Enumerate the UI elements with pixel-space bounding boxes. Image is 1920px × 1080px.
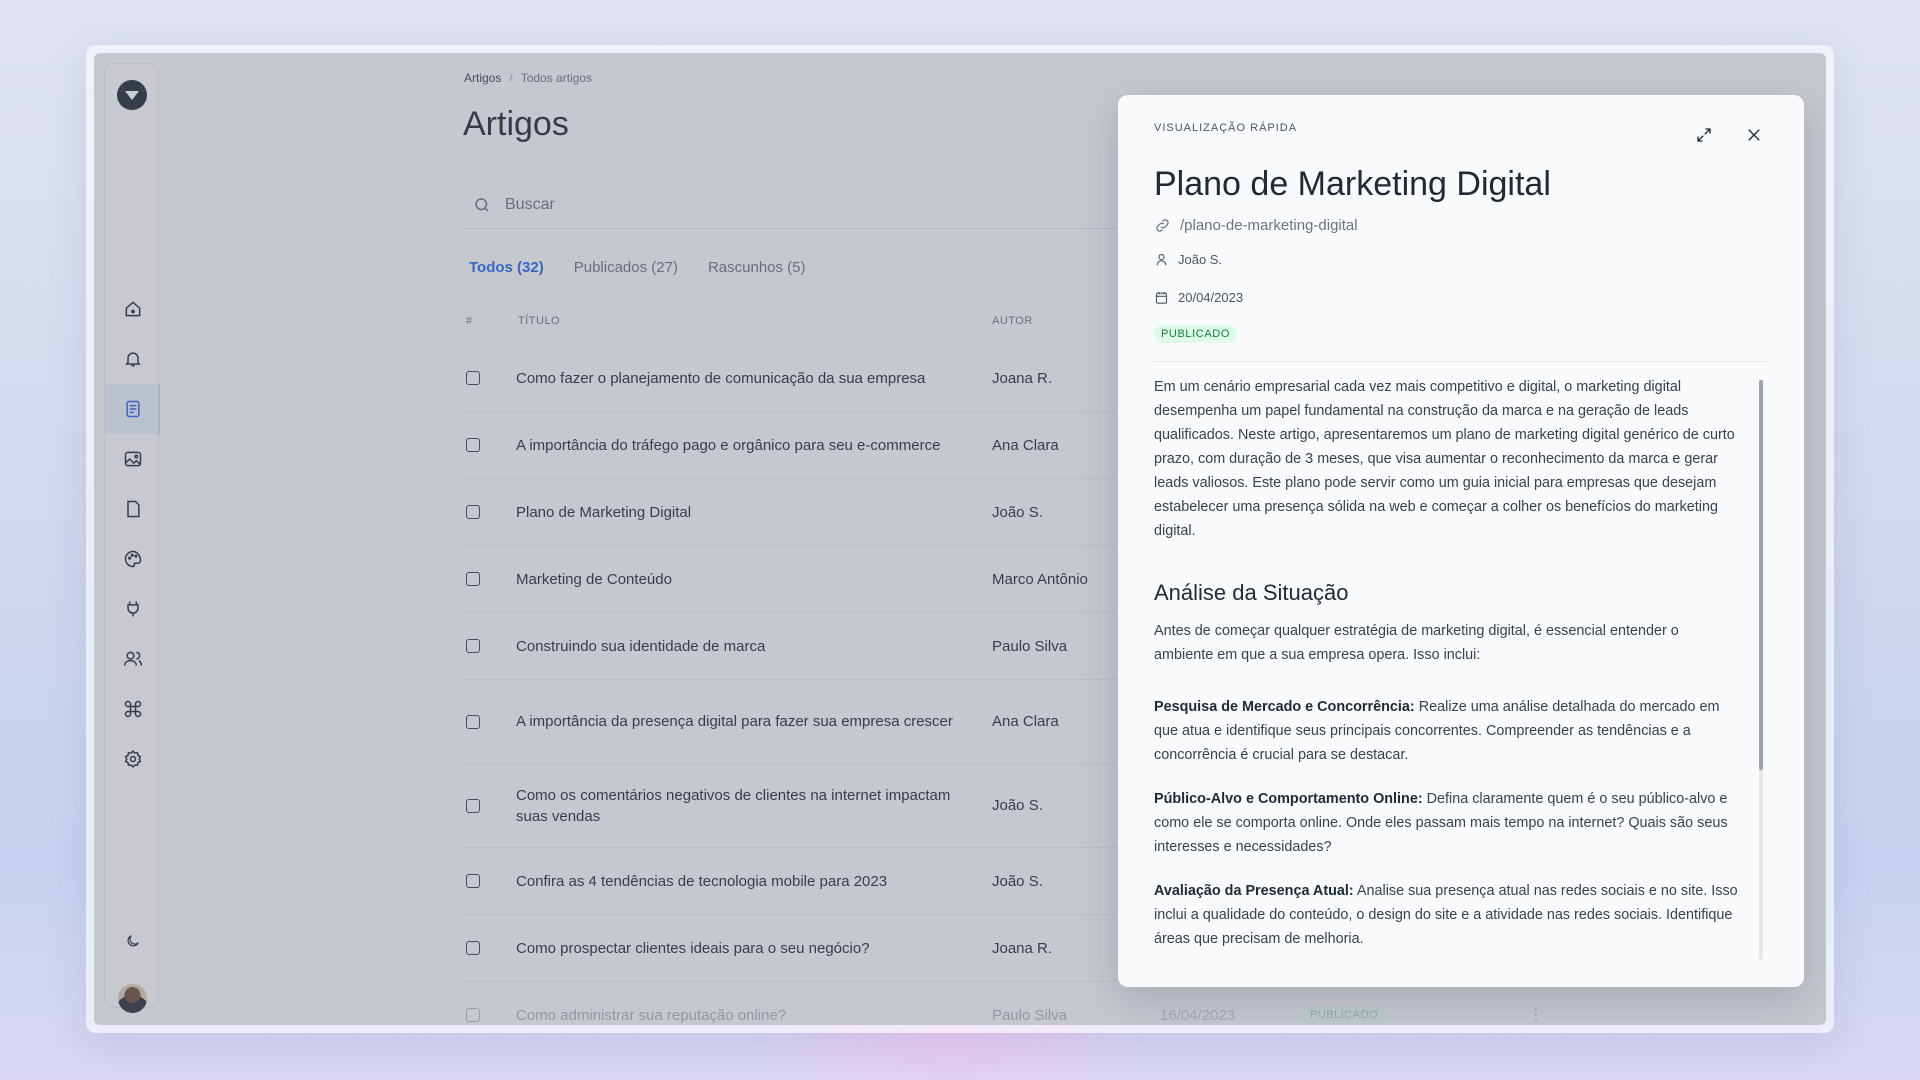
calendar-icon — [1154, 290, 1169, 305]
list-item: Público-Alvo e Comportamento Online: Def… — [1154, 787, 1738, 859]
item-term: Avaliação da Presença Atual: — [1154, 883, 1354, 899]
divider — [1154, 361, 1766, 362]
article-title-heading: Plano de Marketing Digital — [1154, 165, 1551, 203]
app-surface: Artigos/Todos artigos Artigos Todos (32)… — [94, 53, 1826, 1025]
article-intro: Em um cenário empresarial cada vez mais … — [1154, 379, 1735, 539]
expand-icon[interactable] — [1690, 121, 1718, 149]
section-intro: Antes de começar qualquer estratégia de … — [1154, 623, 1679, 663]
list-item: Pesquisa de Mercado e Concorrência: Real… — [1154, 695, 1738, 767]
scrollbar[interactable] — [1759, 380, 1763, 960]
author-name: João S. — [1178, 252, 1223, 267]
section-heading: Análise da Situação — [1154, 580, 1349, 605]
list-item: Avaliação da Presença Atual: Analise sua… — [1154, 879, 1738, 951]
article-date-meta: 20/04/2023 — [1154, 290, 1243, 305]
article-author-meta: João S. — [1154, 252, 1222, 267]
user-icon — [1154, 252, 1169, 267]
article-slug[interactable]: /plano-de-marketing-digital — [1154, 217, 1358, 234]
item-term: Público-Alvo e Comportamento Online: — [1154, 791, 1423, 807]
status-badge: PUBLICADO — [1154, 325, 1237, 343]
article-body: Em um cenário empresarial cada vez mais … — [1154, 375, 1738, 975]
app-window: Artigos/Todos artigos Artigos Todos (32)… — [86, 45, 1834, 1033]
quick-view-panel: VISUALIZAÇÃO RÁPIDA Plano de Marketing D… — [1118, 95, 1804, 987]
item-term: Pesquisa de Mercado e Concorrência: — [1154, 699, 1415, 715]
slug-text[interactable]: /plano-de-marketing-digital — [1180, 217, 1358, 234]
scrollbar-thumb[interactable] — [1759, 380, 1763, 770]
publish-date: 20/04/2023 — [1178, 290, 1244, 305]
link-icon — [1154, 217, 1171, 234]
close-icon[interactable] — [1740, 121, 1768, 149]
panel-eyebrow: VISUALIZAÇÃO RÁPIDA — [1154, 122, 1298, 134]
